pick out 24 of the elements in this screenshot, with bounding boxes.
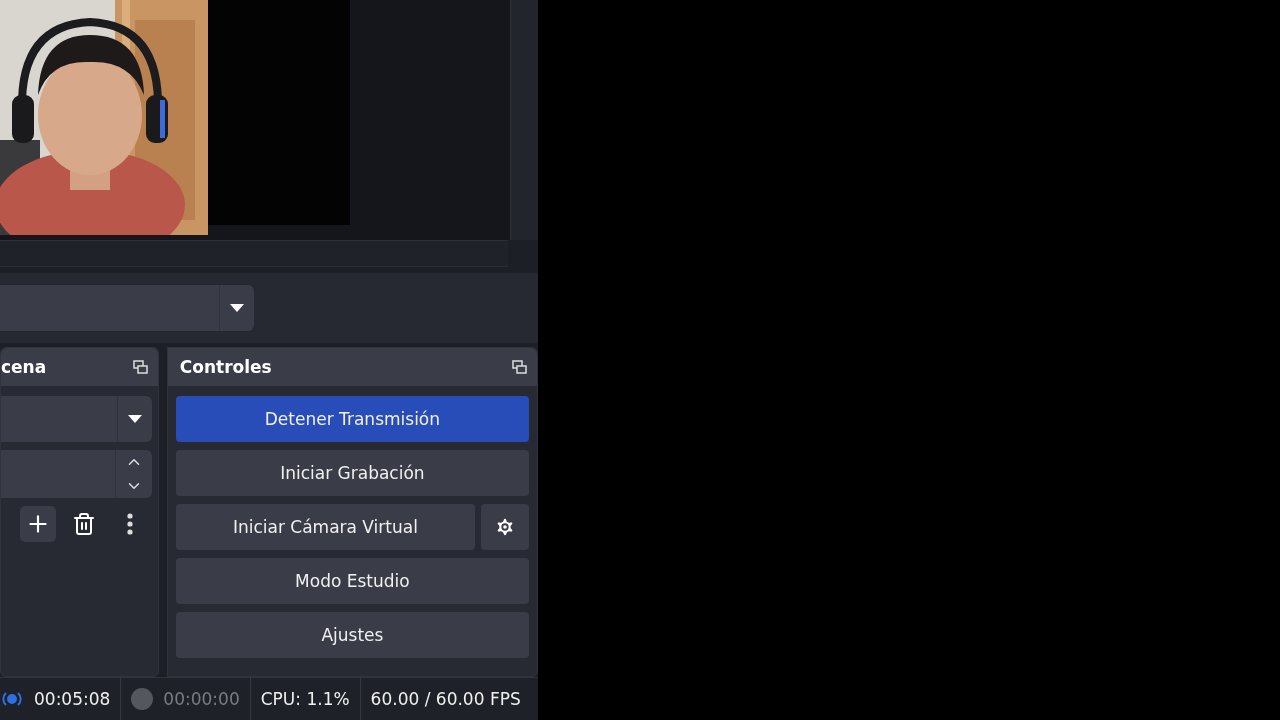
fps-reading: 60.00 / 60.00 FPS xyxy=(370,689,521,709)
control-button[interactable]: Iniciar Cámara Virtual xyxy=(175,504,475,550)
stream-time: 00:05:08 xyxy=(34,689,111,709)
settings-button[interactable] xyxy=(481,504,529,550)
scrollbar[interactable] xyxy=(0,240,508,267)
scrollbar[interactable] xyxy=(510,0,538,240)
more-icon xyxy=(126,513,133,535)
control-button[interactable]: Iniciar Grabación xyxy=(175,450,529,496)
add-button[interactable] xyxy=(19,506,56,542)
trash-icon xyxy=(71,512,96,536)
caret-icon xyxy=(230,304,244,312)
caret-icon xyxy=(127,415,142,423)
dock-title: cena xyxy=(1,357,47,377)
float-icon[interactable] xyxy=(132,360,148,374)
record-time: 00:00:00 xyxy=(163,689,240,709)
control-button[interactable]: Modo Estudio xyxy=(175,558,529,604)
dock-title: Controles xyxy=(179,357,272,377)
control-button[interactable]: Ajustes xyxy=(175,612,529,658)
dropdown-field[interactable] xyxy=(1,396,152,442)
control-button[interactable]: Detener Transmisión xyxy=(175,396,529,442)
spin-field[interactable] xyxy=(1,450,152,498)
cpu-usage: CPU: 1.1% xyxy=(260,689,350,709)
gear-icon xyxy=(494,516,516,538)
float-icon[interactable] xyxy=(512,360,527,374)
